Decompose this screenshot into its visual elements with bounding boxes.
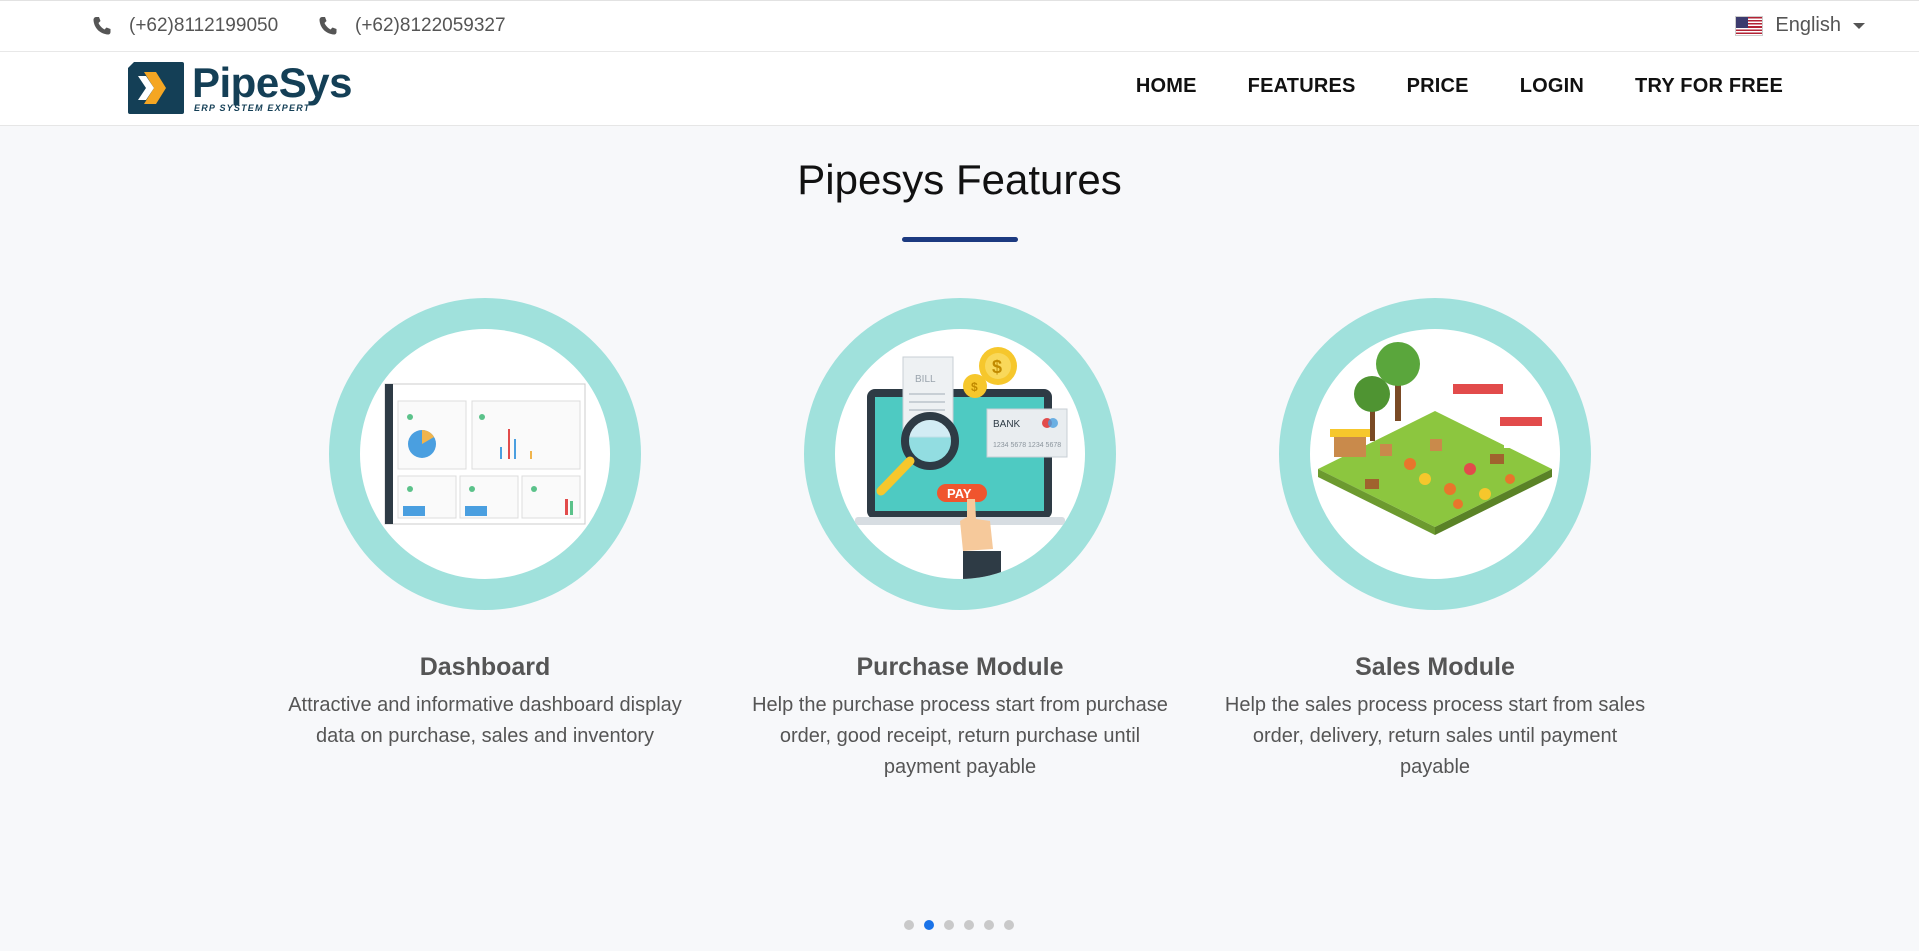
coin-label: $ (992, 357, 1002, 377)
feature-title: Sales Module (1355, 653, 1515, 681)
brand-name: PipeSys (192, 59, 352, 106)
carousel-dot-active[interactable] (924, 920, 934, 930)
feature-title: Purchase Module (856, 653, 1064, 681)
nav-features[interactable]: FEATURES (1248, 75, 1356, 98)
feature-title: Dashboard (419, 653, 551, 681)
carousel-dot[interactable] (984, 920, 994, 930)
brand-logo[interactable]: PipeSys ERP SYSTEM EXPERT (126, 60, 352, 116)
feature-card-purchase: BILL $ $ BANK 1234 5678 1234 5678 PAY Pu… (740, 298, 1180, 783)
feature-image-ring (329, 298, 641, 610)
phone-contact-2[interactable]: (+62)8122059327 (318, 15, 506, 37)
phone-icon (319, 17, 337, 35)
purchase-illustration-icon: BILL $ $ BANK 1234 5678 1234 5678 PAY (855, 347, 1068, 579)
nav-home[interactable]: HOME (1136, 75, 1197, 98)
carousel-dot[interactable] (944, 920, 954, 930)
phone-icon (93, 17, 111, 35)
us-flag-icon (1735, 15, 1764, 36)
title-underline (902, 237, 1018, 242)
caret-down-icon (1853, 22, 1865, 29)
language-selector[interactable]: English (1735, 14, 1865, 37)
nav-try-for-free[interactable]: TRY FOR FREE (1635, 75, 1783, 98)
carousel-dot[interactable] (1004, 920, 1014, 930)
bank-label: BANK (993, 419, 1021, 430)
language-label: English (1775, 14, 1841, 36)
top-contact-bar: (+62)8112199050 (+62)8122059327 English (0, 0, 1919, 52)
pipesys-logo-icon (128, 62, 184, 114)
nav-menu: HOME FEATURES PRICE LOGIN TRY FOR FREE (1085, 75, 1783, 98)
nav-price[interactable]: PRICE (1407, 75, 1469, 98)
market-illustration-icon (1318, 342, 1552, 535)
coin-label: $ (971, 380, 978, 394)
bill-label: BILL (915, 374, 936, 385)
section-title: Pipesys Features (797, 156, 1122, 203)
feature-image-ring (1279, 298, 1591, 610)
phone-contact-1[interactable]: (+62)8112199050 (92, 15, 278, 37)
pay-button-label: PAY (947, 486, 972, 501)
carousel-pagination (904, 920, 1024, 930)
phone-number: (+62)8122059327 (355, 15, 506, 36)
main-navbar: PipeSys ERP SYSTEM EXPERT HOME FEATURES … (0, 52, 1919, 126)
feature-description: Help the sales process process start fro… (1224, 694, 1646, 778)
feature-card-dashboard: Dashboard Attractive and informative das… (265, 298, 705, 752)
dashboard-illustration-icon (384, 383, 586, 525)
feature-image-ring: BILL $ $ BANK 1234 5678 1234 5678 PAY (804, 298, 1116, 610)
carousel-dot[interactable] (904, 920, 914, 930)
carousel-dot[interactable] (964, 920, 974, 930)
nav-login[interactable]: LOGIN (1520, 75, 1584, 98)
feature-description: Help the purchase process start from pur… (752, 694, 1168, 778)
feature-card-sales: Sales Module Help the sales process proc… (1215, 298, 1655, 783)
feature-description: Attractive and informative dashboard dis… (288, 694, 682, 747)
phone-number: (+62)8112199050 (129, 15, 279, 36)
card-number: 1234 5678 1234 5678 (993, 442, 1061, 449)
